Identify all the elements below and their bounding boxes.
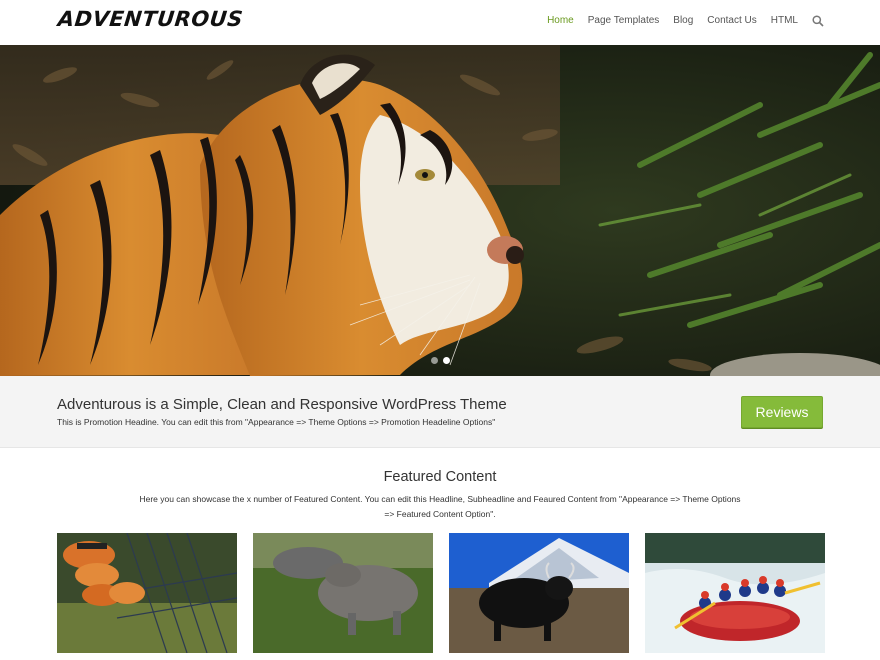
- slider-dot-2[interactable]: [443, 357, 450, 364]
- featured-content-grid: [57, 533, 825, 653]
- site-logo[interactable]: ADVENTUROUS: [57, 7, 244, 31]
- nav-item-contact-us[interactable]: Contact Us: [707, 15, 756, 26]
- featured-item-4[interactable]: [645, 533, 825, 653]
- rhinos-photo: [253, 533, 433, 653]
- featured-title: Featured Content: [383, 469, 497, 485]
- featured-item-1[interactable]: [57, 533, 237, 653]
- featured-item-3[interactable]: [449, 533, 629, 653]
- yak-mountain-photo: [449, 533, 629, 653]
- promotion-headline: Adventurous is a Simple, Clean and Respo…: [0, 376, 880, 448]
- slider-dots: [431, 357, 450, 364]
- nav-item-page-templates[interactable]: Page Templates: [588, 15, 660, 26]
- featured-subtitle: Here you can showcase the x number of Fe…: [130, 492, 750, 522]
- promo-title: Adventurous is a Simple, Clean and Respo…: [57, 396, 507, 413]
- featured-subtitle-line2: => Featured Content Option".: [384, 509, 496, 519]
- climbing-shoes-photo: [57, 533, 237, 653]
- featured-subtitle-line1: Here you can showcase the x number of Fe…: [139, 494, 741, 504]
- slider-dot-1[interactable]: [431, 357, 438, 364]
- river-rafting-photo: [645, 533, 825, 653]
- nav-item-home[interactable]: Home: [547, 15, 574, 26]
- featured-item-2[interactable]: [253, 533, 433, 653]
- nav-item-html[interactable]: HTML: [771, 15, 798, 26]
- reviews-button[interactable]: Reviews: [741, 396, 823, 428]
- hero-slider[interactable]: [0, 45, 880, 376]
- tiger-photo: [0, 45, 880, 376]
- main-nav: Home Page Templates Blog Contact Us HTML: [533, 14, 824, 27]
- nav-item-blog[interactable]: Blog: [673, 15, 693, 26]
- search-icon[interactable]: [812, 14, 824, 27]
- site-header: ADVENTUROUS Home Page Templates Blog Con…: [0, 0, 880, 45]
- promo-subtitle: This is Promotion Headine. You can edit …: [57, 417, 496, 427]
